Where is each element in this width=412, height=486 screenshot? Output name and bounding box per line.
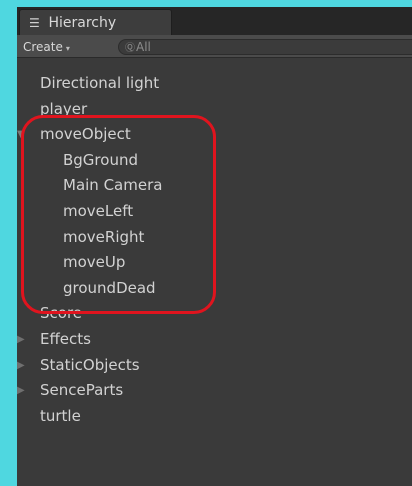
tree-item[interactable]: ▶ Effects — [17, 327, 412, 353]
hierarchy-panel: ☰ Hierarchy Create ▾ ⓆAll Directional lig… — [17, 7, 412, 486]
collapsed-triangle-icon[interactable]: ▶ — [17, 378, 25, 404]
tree-item[interactable]: ▶ StaticObjects — [17, 353, 412, 379]
tree-item-label: player — [40, 99, 88, 118]
tree-item-label: Effects — [40, 329, 91, 348]
tree-item[interactable]: player — [17, 97, 412, 123]
tree-item-label: groundDead — [63, 278, 156, 297]
hierarchy-toolbar: Create ▾ ⓆAll — [17, 35, 412, 58]
collapsed-triangle-icon[interactable]: ▶ — [17, 353, 25, 379]
tree-item-label: moveObject — [40, 125, 131, 144]
tree-item-label: turtle — [40, 406, 81, 425]
tree-item[interactable]: moveLeft — [17, 199, 412, 225]
tree-item-label: moveRight — [63, 227, 145, 246]
tree-item-label: Score — [40, 304, 83, 323]
tree-item-label: Directional light — [40, 74, 160, 92]
create-label: Create — [23, 40, 63, 54]
chevron-down-icon: ▾ — [65, 44, 70, 53]
hierarchy-list-icon: ☰ — [29, 16, 40, 30]
search-icon: Ⓠ — [125, 43, 135, 54]
search-input[interactable]: ⓆAll — [118, 39, 412, 55]
tree-item-label: moveUp — [63, 253, 126, 272]
tree-item[interactable]: moveUp — [17, 250, 412, 276]
tree-item[interactable]: moveRight — [17, 225, 412, 251]
tab-title: Hierarchy — [48, 15, 117, 31]
tree-item[interactable]: groundDead — [17, 276, 412, 302]
tree-item[interactable]: Score — [17, 301, 412, 327]
tree-item-label: moveLeft — [63, 201, 134, 220]
tree-item[interactable]: ▶ SenceParts — [17, 378, 412, 404]
hierarchy-tree: Directional light player ▼ moveObject BgGrou… — [17, 71, 412, 429]
tree-item-label: StaticObjects — [40, 355, 140, 374]
tree-item-label: BgGround — [63, 150, 138, 169]
tree-item-label: Main Camera — [63, 176, 163, 195]
tree-item[interactable]: turtle — [17, 404, 412, 430]
tree-item-label: SenceParts — [40, 381, 124, 400]
create-dropdown-button[interactable]: Create ▾ — [23, 39, 70, 57]
collapsed-triangle-icon[interactable]: ▶ — [17, 327, 25, 353]
tree-item[interactable]: Main Camera — [17, 173, 412, 199]
tab-bar: ☰ Hierarchy — [17, 7, 412, 35]
tree-item[interactable]: BgGround — [17, 148, 412, 174]
expanded-triangle-icon[interactable]: ▼ — [17, 122, 25, 148]
tab-hierarchy[interactable]: ☰ Hierarchy — [19, 9, 172, 35]
search-placeholder: All — [136, 40, 151, 54]
tree-item[interactable]: Directional light — [17, 71, 412, 97]
tree-item[interactable]: ▼ moveObject — [17, 122, 412, 148]
